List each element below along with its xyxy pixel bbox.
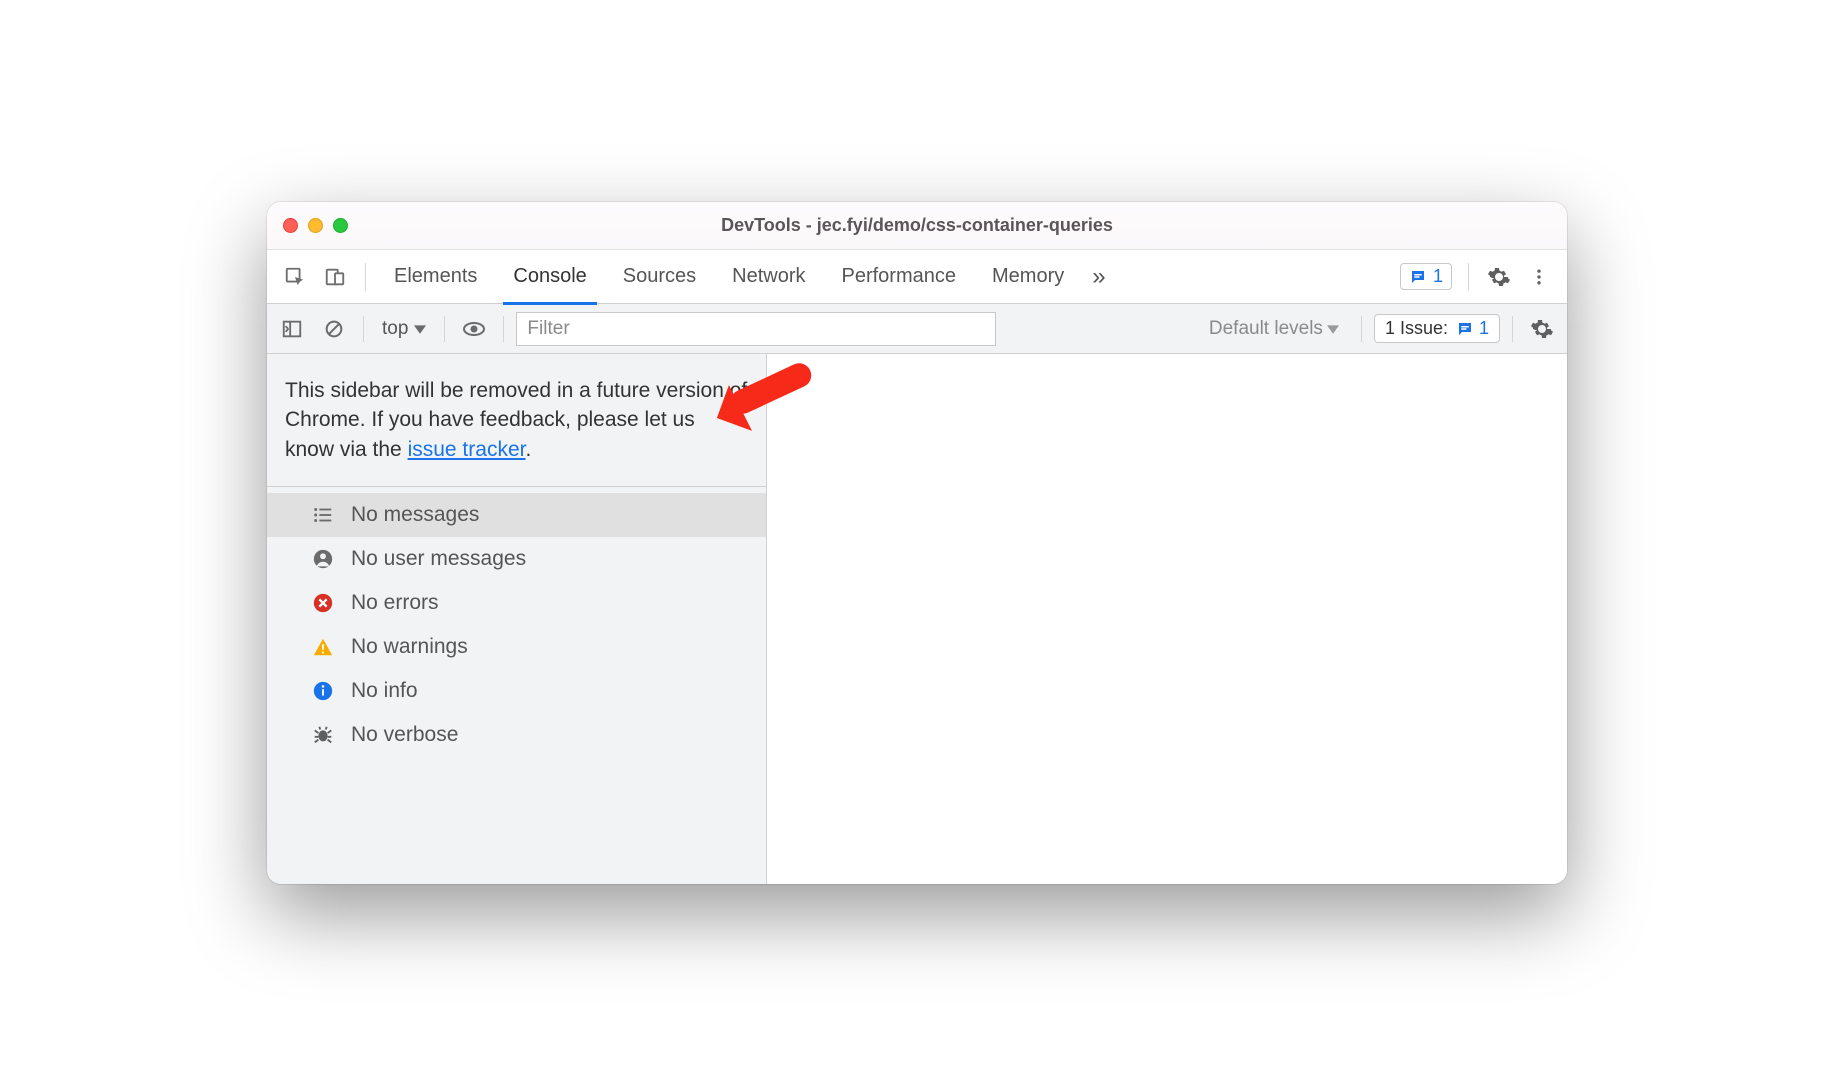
device-toolbar-icon[interactable]: [317, 259, 353, 295]
deprecation-notice: This sidebar will be removed in a future…: [267, 354, 766, 487]
tab-label: Sources: [623, 265, 696, 288]
filter-messages[interactable]: No messages: [267, 493, 766, 537]
filter-input[interactable]: [516, 312, 996, 346]
console-settings-icon[interactable]: [1525, 312, 1559, 346]
tab-label: Performance: [842, 265, 957, 288]
separator: [1512, 316, 1513, 342]
filter-label: No verbose: [351, 723, 458, 747]
separator: [444, 316, 445, 342]
context-selector[interactable]: top: [376, 318, 432, 340]
tab-network[interactable]: Network: [714, 250, 823, 304]
tab-label: Elements: [394, 265, 477, 288]
separator: [365, 263, 366, 291]
console-sidebar: This sidebar will be removed in a future…: [267, 354, 767, 884]
info-icon: [311, 679, 335, 703]
tab-sources[interactable]: Sources: [605, 250, 714, 304]
settings-icon[interactable]: [1481, 259, 1517, 295]
filter-list: No messages No user messages No errors N…: [267, 487, 766, 763]
filter-label: No info: [351, 679, 418, 703]
tab-performance[interactable]: Performance: [824, 250, 975, 304]
more-menu-icon[interactable]: [1521, 259, 1557, 295]
issues-button[interactable]: 1 Issue: 1: [1374, 314, 1500, 343]
feedback-badge[interactable]: 1: [1400, 263, 1452, 290]
filter-errors[interactable]: No errors: [267, 581, 766, 625]
filter-label: No errors: [351, 591, 439, 615]
filter-label: No messages: [351, 503, 479, 527]
feedback-count: 1: [1433, 266, 1443, 287]
log-levels-selector[interactable]: Default levels: [1199, 318, 1349, 340]
close-window-button[interactable]: [283, 218, 298, 233]
tab-label: Memory: [992, 265, 1064, 288]
filter-info[interactable]: No info: [267, 669, 766, 713]
separator: [363, 316, 364, 342]
console-output-pane[interactable]: ›: [767, 354, 1567, 884]
live-expression-icon[interactable]: [457, 312, 491, 346]
error-icon: [311, 591, 335, 615]
console-toolbar: top Default levels 1 Issue: 1: [267, 304, 1567, 354]
separator: [503, 316, 504, 342]
tab-elements[interactable]: Elements: [376, 250, 495, 304]
filter-verbose[interactable]: No verbose: [267, 713, 766, 757]
issue-tracker-link[interactable]: issue tracker: [408, 438, 526, 461]
dropdown-triangle-icon: [414, 323, 426, 335]
main-tabstrip: Elements Console Sources Network Perform…: [267, 250, 1567, 304]
bug-icon: [311, 723, 335, 747]
warning-icon: [311, 635, 335, 659]
window-controls: [283, 218, 348, 233]
chevron-double-right-icon: »: [1092, 263, 1105, 291]
issues-count: 1: [1479, 318, 1489, 339]
issues-label: 1 Issue:: [1385, 318, 1448, 339]
window-title: DevTools - jec.fyi/demo/css-container-qu…: [267, 215, 1567, 236]
console-prompt-icon: ›: [781, 364, 792, 389]
filter-label: No warnings: [351, 635, 468, 659]
separator: [1468, 263, 1469, 291]
clear-console-icon[interactable]: [317, 312, 351, 346]
levels-label: Default levels: [1209, 318, 1323, 340]
user-icon: [311, 547, 335, 571]
fullscreen-window-button[interactable]: [333, 218, 348, 233]
list-icon: [311, 503, 335, 527]
separator: [1361, 316, 1362, 342]
minimize-window-button[interactable]: [308, 218, 323, 233]
context-label: top: [382, 318, 408, 340]
tab-label: Console: [513, 265, 586, 288]
tab-label: Network: [732, 265, 805, 288]
content-area: This sidebar will be removed in a future…: [267, 354, 1567, 884]
filter-label: No user messages: [351, 547, 526, 571]
tabs-overflow-button[interactable]: »: [1082, 250, 1115, 304]
issues-chip: 1: [1456, 318, 1489, 339]
toggle-sidebar-icon[interactable]: [275, 312, 309, 346]
titlebar: DevTools - jec.fyi/demo/css-container-qu…: [267, 202, 1567, 250]
inspect-element-icon[interactable]: [277, 259, 313, 295]
tab-console[interactable]: Console: [495, 250, 604, 304]
dropdown-triangle-icon: [1327, 323, 1339, 335]
filter-user-messages[interactable]: No user messages: [267, 537, 766, 581]
notice-text: .: [525, 438, 531, 461]
devtools-window: DevTools - jec.fyi/demo/css-container-qu…: [267, 202, 1567, 884]
tab-memory[interactable]: Memory: [974, 250, 1082, 304]
feedback-icon: [1409, 268, 1427, 286]
filter-warnings[interactable]: No warnings: [267, 625, 766, 669]
